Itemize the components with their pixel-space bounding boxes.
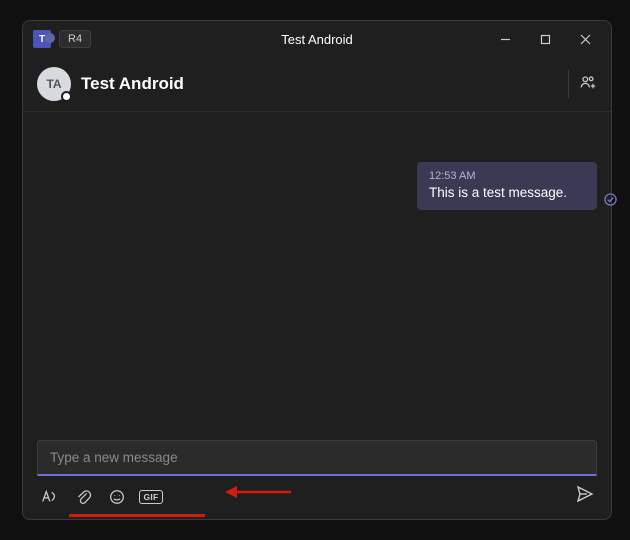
maximize-button[interactable] (525, 24, 565, 54)
teams-app-icon: T (33, 30, 51, 48)
attach-button[interactable] (73, 487, 93, 507)
presence-indicator (61, 91, 72, 102)
close-icon (580, 34, 591, 45)
header-divider (568, 70, 569, 98)
send-button[interactable] (575, 484, 595, 509)
message-text: This is a test message. (429, 185, 585, 200)
message-bubble-outgoing[interactable]: 12:53 AM This is a test message. (417, 162, 597, 210)
seen-check-icon (604, 193, 617, 206)
titlebar: T R4 Test Android (23, 21, 611, 57)
annotation-arrow (223, 483, 293, 501)
format-text-icon (40, 488, 58, 506)
teams-chat-window: T R4 Test Android TA Test Android (22, 20, 612, 520)
annotation-underline (69, 514, 205, 517)
titlebar-tab-label: R4 (68, 33, 82, 45)
avatar-initials: TA (46, 77, 61, 91)
minimize-button[interactable] (485, 24, 525, 54)
message-status (604, 193, 617, 206)
compose-area: GIF (23, 440, 611, 519)
format-button[interactable] (39, 487, 59, 507)
maximize-icon (540, 34, 551, 45)
compose-toolbar: GIF (37, 476, 597, 509)
add-people-button[interactable] (579, 73, 597, 96)
titlebar-tab[interactable]: R4 (59, 30, 91, 48)
message-input[interactable] (37, 440, 597, 476)
header-actions (568, 70, 597, 98)
minimize-icon (500, 34, 511, 45)
message-timestamp: 12:53 AM (429, 170, 585, 182)
gif-icon: GIF (139, 490, 162, 504)
paperclip-icon (74, 488, 92, 506)
teams-app-letter: T (39, 34, 45, 45)
window-controls (485, 24, 605, 54)
chat-name: Test Android (81, 74, 184, 94)
emoji-button[interactable] (107, 487, 127, 507)
message-list: 12:53 AM This is a test message. (23, 112, 611, 440)
gif-button[interactable]: GIF (141, 487, 161, 507)
emoji-icon (108, 488, 126, 506)
send-icon (575, 484, 595, 504)
chat-header: TA Test Android (23, 57, 611, 112)
add-people-icon (579, 73, 597, 91)
avatar[interactable]: TA (37, 67, 71, 101)
close-button[interactable] (565, 24, 605, 54)
